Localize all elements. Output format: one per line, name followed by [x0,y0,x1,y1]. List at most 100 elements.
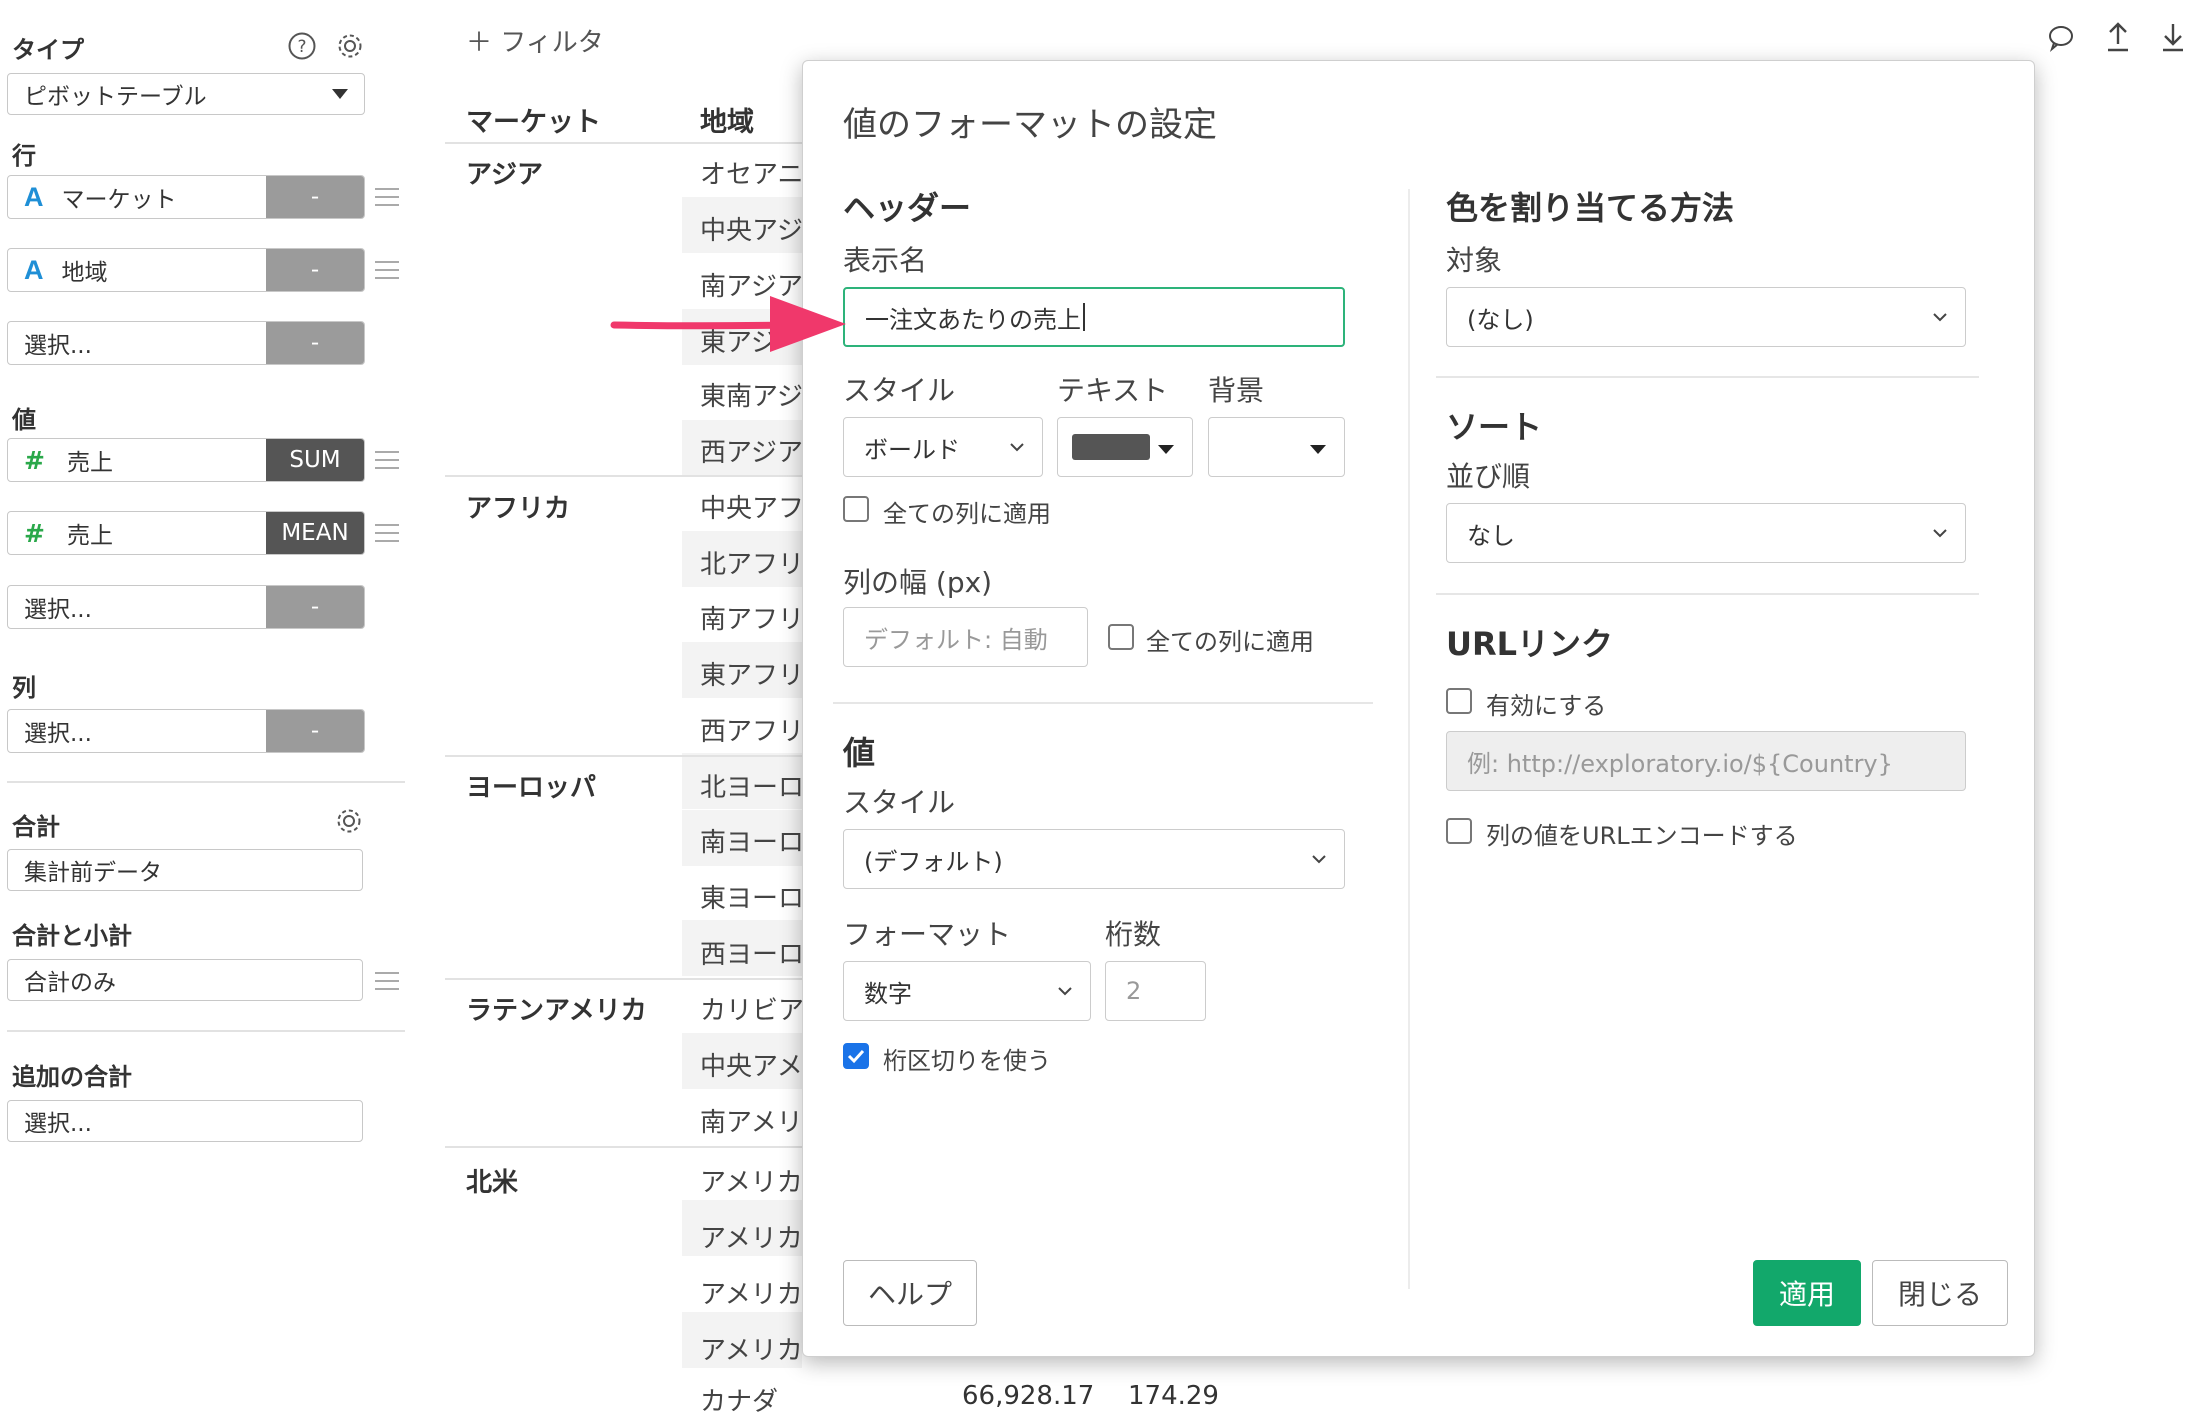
close-button[interactable]: 閉じる [1872,1260,2008,1326]
drag-handle-icon[interactable] [375,524,399,542]
color-section-title: 色を割り当てる方法 [1446,189,1735,227]
chevron-down-icon [1933,313,1947,322]
market-cell: 北米 [466,1168,519,1198]
row-remove-button[interactable]: - [266,249,364,291]
region-cell: 中央アメ [700,1052,803,1082]
dialog-title: 値のフォーマットの設定 [843,105,1217,145]
row-pill-label: 選択... [24,333,92,359]
region-cell: 南アメリ [700,1108,803,1138]
use-separator-checkbox[interactable] [843,1043,869,1069]
region-cell: 東アフリ [700,661,805,691]
comment-icon[interactable] [2045,22,2077,54]
total-select[interactable]: 集計前データ [7,849,363,891]
format-settings-dialog: 値のフォーマットの設定 ヘッダー 表示名 一注文あたりの売上 スタイル テキスト… [802,60,2035,1357]
value-style-label: スタイル [843,786,956,819]
text-color-picker[interactable] [1057,417,1193,477]
region-cell: 南アフリ [700,605,805,635]
background-color-picker[interactable] [1208,417,1345,477]
region-cell: 北アフリ [700,550,805,580]
column-pill-select[interactable]: 選択... - [7,709,365,753]
help-icon[interactable]: ? [285,29,319,63]
caret-down-icon [1158,445,1174,454]
region-cell: 北ヨーロ [700,773,805,803]
upload-icon[interactable] [2102,20,2134,54]
apply-button[interactable]: 適用 [1753,1260,1861,1326]
digits-input[interactable]: 2 [1105,961,1206,1021]
gear-icon[interactable] [333,29,367,63]
format-select[interactable]: 数字 [843,961,1091,1021]
value-section-title: 値 [843,734,876,772]
region-cell: 中央アジ [700,216,803,246]
enable-url-checkbox[interactable] [1446,688,1472,714]
svg-text:?: ? [297,37,306,57]
subtotal-select[interactable]: 合計のみ [7,959,363,1001]
drag-handle-icon[interactable] [375,451,399,469]
value-pill-sum[interactable]: # 売上 SUM [7,438,365,482]
chevron-down-icon [1312,855,1326,864]
text-color-label: テキスト [1057,374,1169,407]
display-name-label: 表示名 [843,244,928,277]
sort-order-select[interactable]: なし [1446,503,1966,563]
target-label: 対象 [1446,244,1503,277]
url-template-input[interactable]: 例: http://exploratory.io/${Country} [1446,731,1966,791]
caret-down-icon [1310,445,1326,454]
value-style-value: (デフォルト) [864,847,1003,876]
value-pill-select[interactable]: 選択... - [7,585,365,629]
digits-label: 桁数 [1105,918,1162,951]
type-label: タイプ [12,36,84,64]
header-style-select[interactable]: ボールド [843,417,1043,477]
chevron-down-icon [1058,987,1072,996]
column-remove-button[interactable]: - [266,710,364,752]
columns-label: 列 [12,674,36,702]
background-color-label: 背景 [1208,374,1265,407]
target-select[interactable]: (なし) [1446,287,1966,347]
help-button[interactable]: ヘルプ [843,1260,977,1326]
region-cell: 西ヨーロ [700,940,805,970]
gear-icon[interactable] [332,804,366,838]
header-style-value: ボールド [864,435,960,464]
value-style-select[interactable]: (デフォルト) [843,829,1345,889]
column-width-label: 列の幅 (px) [843,566,993,599]
market-cell: アジア [466,160,543,190]
row-pill-select[interactable]: 選択... - [7,321,365,365]
region-cell: 中央アフ [700,494,805,524]
value-pill-label: 売上 [66,450,113,476]
text-type-icon: A [24,181,44,212]
apply-all-columns-checkbox[interactable] [843,496,869,522]
apply-all-columns-width-checkbox[interactable] [1108,624,1134,650]
sort-order-value: なし [1467,521,1515,550]
format-value: 数字 [864,979,912,1008]
column-width-input[interactable]: デフォルト: 自動 [843,607,1088,667]
display-name-input[interactable]: 一注文あたりの売上 [843,287,1345,347]
row-pill-label: マーケット [61,187,177,213]
drag-handle-icon[interactable] [375,261,399,279]
column-header-market[interactable]: マーケット [466,100,601,139]
value-pill-label: 選択... [24,597,92,623]
aggregate-button[interactable]: MEAN [266,512,364,554]
row-pill-market[interactable]: A マーケット - [7,175,365,219]
drag-handle-icon[interactable] [375,972,399,990]
row-pill-region[interactable]: A 地域 - [7,248,365,292]
extra-total-select[interactable]: 選択... [7,1100,363,1142]
sort-order-label: 並び順 [1446,460,1531,493]
rows-label: 行 [12,142,36,170]
value-pill-label: 売上 [66,523,113,549]
download-icon[interactable] [2157,20,2189,54]
values-label: 値 [12,406,36,434]
drag-handle-icon[interactable] [375,188,399,206]
row-remove-button[interactable]: - [266,322,364,364]
value-remove-button[interactable]: - [266,586,364,628]
region-cell: 南ヨーロ [700,828,805,858]
column-header-region[interactable]: 地域 [700,100,754,139]
value-pill-mean[interactable]: # 売上 MEAN [7,511,365,555]
text-color-swatch [1072,434,1150,460]
row-remove-button[interactable]: - [266,176,364,218]
column-divider [1408,189,1410,1289]
aggregate-button[interactable]: SUM [266,439,364,481]
market-cell: ラテンアメリカ [466,996,647,1026]
sort-section-title: ソート [1446,408,1543,446]
type-select[interactable]: ピボットテーブル [7,73,365,115]
market-cell: ヨーロッパ [466,773,597,803]
add-filter-button[interactable]: ＋ フィルタ [466,22,604,59]
url-encode-checkbox[interactable] [1446,818,1472,844]
